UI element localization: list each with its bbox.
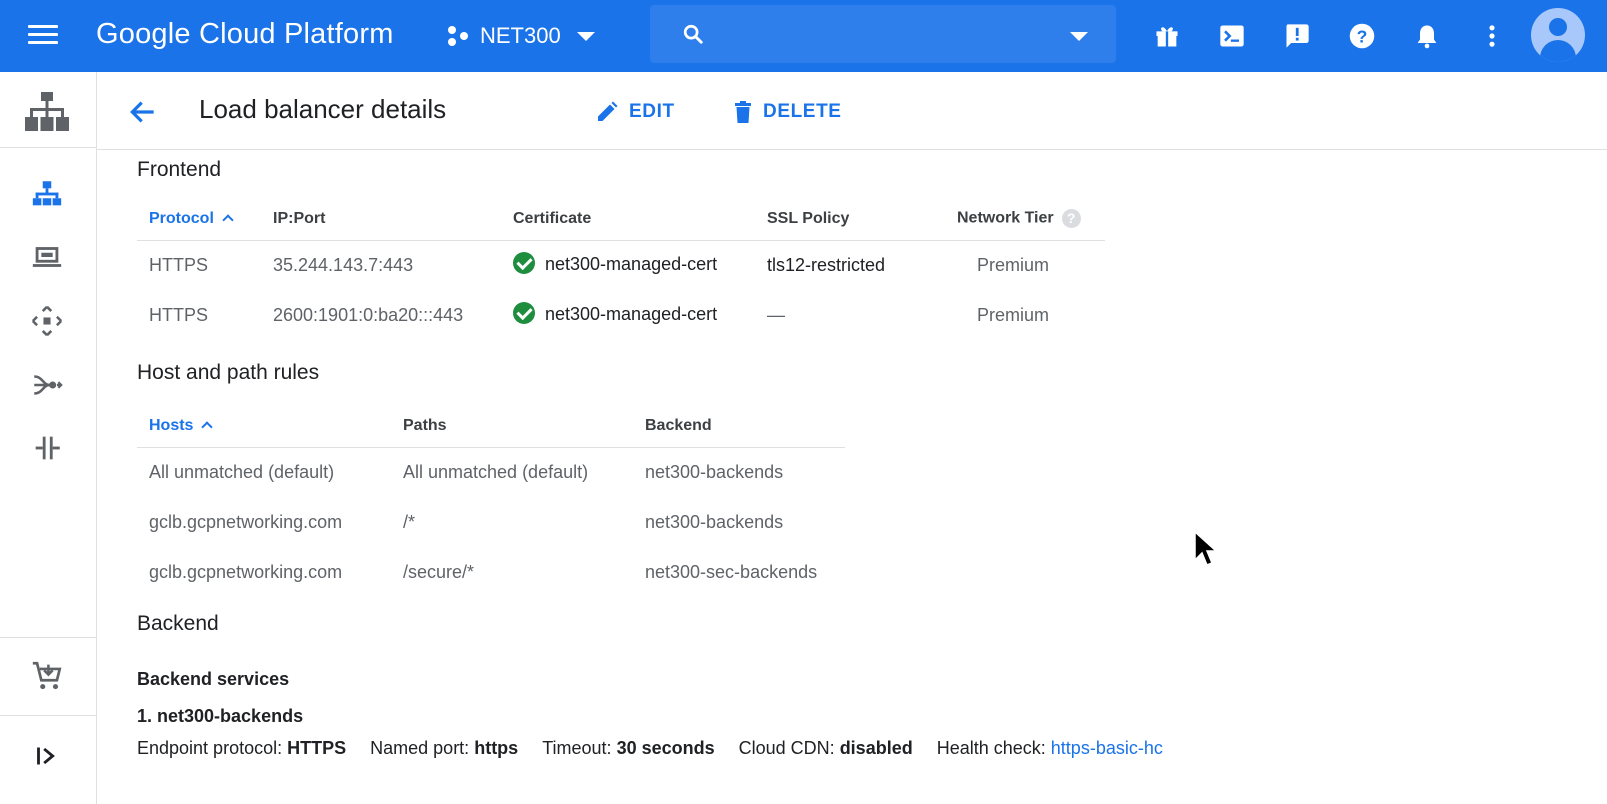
table-row: gclb.gcpnetworking.com /* net300-backend… bbox=[137, 497, 845, 547]
delete-label: DELETE bbox=[763, 101, 842, 122]
top-app-bar: Google Cloud Platform NET300 ? bbox=[0, 0, 1607, 72]
back-arrow-icon[interactable] bbox=[127, 96, 159, 128]
help-icon[interactable]: ? bbox=[1348, 22, 1376, 50]
chevron-down-icon bbox=[576, 31, 595, 41]
host-rules-table: Hosts Paths Backend All unmatched (defau… bbox=[137, 405, 845, 597]
gift-icon[interactable] bbox=[1153, 22, 1181, 50]
pencil-icon bbox=[598, 101, 618, 121]
named-port: Named port: https bbox=[370, 738, 519, 758]
search-dropdown-icon[interactable] bbox=[1070, 32, 1088, 41]
cloud-dns-icon[interactable] bbox=[30, 240, 64, 274]
notifications-icon[interactable] bbox=[1413, 22, 1441, 50]
project-name: NET300 bbox=[480, 23, 561, 48]
page-header: Load balancer details EDIT DELETE bbox=[97, 72, 1607, 150]
backend-section-title: Backend bbox=[137, 612, 219, 635]
path-cell: /secure/* bbox=[403, 561, 475, 582]
search-bar[interactable] bbox=[650, 5, 1116, 63]
backend-service-properties: Endpoint protocol: HTTPS Named port: htt… bbox=[137, 738, 1163, 759]
network-services-icon[interactable] bbox=[24, 90, 70, 134]
col-backend[interactable]: Backend bbox=[633, 405, 845, 448]
host-rules-section-title: Host and path rules bbox=[137, 361, 320, 384]
backend-cell: net300-sec-backends bbox=[645, 561, 818, 582]
host-cell: gclb.gcpnetworking.com bbox=[149, 511, 343, 532]
ssl-policy-cell: tls12-restricted bbox=[767, 254, 886, 275]
table-row: HTTPS 35.244.143.7:443 net300-managed-ce… bbox=[137, 240, 1105, 290]
project-selector[interactable]: NET300 bbox=[446, 20, 595, 52]
backend-cell: net300-backends bbox=[645, 461, 784, 482]
check-circle-icon bbox=[513, 252, 535, 275]
certificate-cell: net300-managed-cert bbox=[501, 240, 755, 290]
check-circle-icon bbox=[513, 302, 535, 325]
backend-cell: net300-backends bbox=[645, 511, 784, 532]
load-balancing-icon[interactable] bbox=[30, 177, 64, 211]
col-paths[interactable]: Paths bbox=[391, 405, 633, 448]
cloud-cdn-icon[interactable] bbox=[30, 304, 64, 338]
main-content: Frontend Protocol IP:Port Certificate SS… bbox=[97, 150, 1607, 804]
host-cell: gclb.gcpnetworking.com bbox=[149, 561, 343, 582]
nav-divider bbox=[0, 147, 96, 148]
table-row: gclb.gcpnetworking.com /secure/* net300-… bbox=[137, 547, 845, 597]
certificate-cell: net300-managed-cert bbox=[501, 290, 755, 340]
table-header-row: Hosts Paths Backend bbox=[137, 405, 845, 448]
app-brand[interactable]: Google Cloud Platform bbox=[96, 18, 394, 51]
trash-icon bbox=[735, 101, 751, 123]
host-cell: All unmatched (default) bbox=[149, 461, 335, 482]
ssl-policy-cell: — bbox=[767, 304, 785, 325]
cloud-cdn: Cloud CDN: disabled bbox=[738, 738, 913, 758]
protocol-cell: HTTPS bbox=[149, 254, 209, 275]
col-ssl-policy[interactable]: SSL Policy bbox=[755, 198, 945, 241]
ip-port-cell: 35.244.143.7:443 bbox=[273, 254, 414, 275]
traffic-director-icon[interactable] bbox=[30, 368, 64, 402]
table-header-row: Protocol IP:Port Certificate SSL Policy … bbox=[137, 198, 1105, 241]
help-circle-icon[interactable]: ? bbox=[1061, 209, 1081, 229]
timeout: Timeout: 30 seconds bbox=[542, 738, 715, 758]
ip-port-cell: 2600:1901:0:ba20:::443 bbox=[273, 304, 464, 325]
col-ip-port[interactable]: IP:Port bbox=[261, 198, 501, 241]
more-vert-icon[interactable] bbox=[1478, 22, 1506, 50]
expand-nav-icon[interactable] bbox=[30, 739, 64, 773]
backend-service-name: 1. net300-backends bbox=[137, 706, 304, 726]
search-icon bbox=[683, 24, 703, 44]
hamburger-menu-icon[interactable] bbox=[28, 20, 64, 52]
search-input[interactable] bbox=[720, 17, 1060, 51]
col-hosts[interactable]: Hosts bbox=[137, 405, 391, 448]
feedback-icon[interactable] bbox=[1283, 22, 1311, 50]
col-protocol[interactable]: Protocol bbox=[137, 198, 261, 241]
endpoint-protocol: Endpoint protocol: HTTPS bbox=[137, 738, 347, 758]
health-check: Health check: https-basic-hc bbox=[936, 738, 1163, 758]
project-dots-icon bbox=[446, 23, 472, 49]
delete-button[interactable]: DELETE bbox=[733, 96, 842, 128]
svg-text:?: ? bbox=[1357, 26, 1368, 46]
path-cell: /* bbox=[403, 511, 416, 532]
nav-divider bbox=[0, 715, 96, 716]
backend-services-title: Backend services bbox=[137, 669, 290, 689]
table-row: HTTPS 2600:1901:0:ba20:::443 net300-mana… bbox=[137, 290, 1105, 340]
sort-ascending-icon bbox=[201, 421, 214, 433]
account-avatar[interactable] bbox=[1531, 8, 1585, 62]
col-certificate[interactable]: Certificate bbox=[501, 198, 755, 241]
network-tier-cell: Premium bbox=[977, 254, 1050, 275]
frontend-table: Protocol IP:Port Certificate SSL Policy … bbox=[137, 198, 1105, 340]
edit-label: EDIT bbox=[629, 101, 675, 122]
table-row: All unmatched (default) All unmatched (d… bbox=[137, 447, 845, 497]
service-directory-icon[interactable] bbox=[30, 431, 64, 465]
network-tier-cell: Premium bbox=[977, 304, 1050, 325]
frontend-section-title: Frontend bbox=[137, 158, 222, 181]
page-title: Load balancer details bbox=[199, 94, 447, 124]
nav-divider bbox=[0, 637, 96, 638]
mouse-cursor-icon bbox=[1194, 530, 1218, 566]
cloud-shell-icon[interactable] bbox=[1218, 22, 1246, 50]
col-network-tier[interactable]: Network Tier? bbox=[945, 198, 1105, 241]
health-check-link[interactable]: https-basic-hc bbox=[1051, 738, 1163, 758]
path-cell: All unmatched (default) bbox=[403, 461, 589, 482]
left-nav-rail bbox=[0, 72, 97, 804]
protocol-cell: HTTPS bbox=[149, 304, 209, 325]
sort-ascending-icon bbox=[222, 214, 234, 226]
edit-button[interactable]: EDIT bbox=[595, 96, 675, 128]
marketplace-icon[interactable] bbox=[30, 659, 64, 693]
